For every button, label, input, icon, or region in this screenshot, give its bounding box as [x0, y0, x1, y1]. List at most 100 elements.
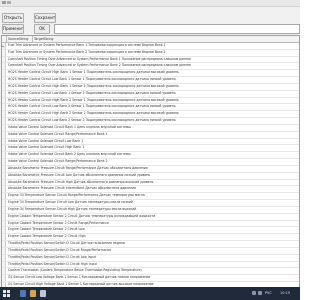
table-row[interactable]: Fuel Trim Advanced or System Performance…: [2, 49, 299, 57]
table-row[interactable]: Engine Oil Temperature Sensor Circuit Ra…: [2, 193, 299, 201]
row-header[interactable]: [2, 77, 6, 83]
table-row[interactable]: Engine Coolant Temperature Sensor 2 Circ…: [2, 234, 299, 242]
table-cell[interactable]: Coolant Thermostat (Coolant Temperature …: [6, 268, 142, 272]
data-grid[interactable]: SourceString TargetString ▸ Fuel Trim Adv…: [1, 35, 300, 288]
taskbar-app-editor[interactable]: [40, 290, 46, 297]
table-cell[interactable]: Engine Oil Temperature Sensor Circuit Ra…: [6, 193, 145, 197]
table-cell[interactable]: O2 Sensor Circuit Low Voltage Bank 1 Sen…: [6, 275, 150, 279]
table-cell[interactable]: Engine Coolant Temperature Sensor 2 Circ…: [6, 214, 155, 218]
table-row[interactable]: Engine Coolant Temperature Sensor 2 Circ…: [2, 227, 299, 235]
table-row[interactable]: Engine Coolant Temperature Sensor 2 Circ…: [2, 213, 299, 221]
table-row[interactable]: Throttle/Pedal Position Sensor/Switch D …: [2, 254, 299, 262]
table-row[interactable]: Intake Valve Control Solenoid Circuit Lo…: [2, 138, 299, 146]
table-row[interactable]: Intake Valve Control Solenoid Circuit Ba…: [2, 152, 299, 160]
table-cell[interactable]: HO2S Heater Control Circuit Low Bank 2 S…: [6, 118, 176, 122]
volume-icon[interactable]: [258, 291, 262, 295]
table-row[interactable]: Intake Valve Control Solenoid Circuit Ba…: [2, 124, 299, 132]
table-cell[interactable]: Throttle/Pedal Position Sensor/Switch D …: [6, 255, 96, 259]
table-row[interactable]: Throttle/Pedal Position Sensor/Switch D …: [2, 261, 299, 269]
taskbar-app-folder[interactable]: [30, 290, 36, 297]
row-header[interactable]: [2, 193, 6, 200]
row-header[interactable]: [2, 234, 6, 241]
table-cell[interactable]: HO2S Heater Control Circuit High Bank 2 …: [6, 111, 179, 115]
row-header[interactable]: [2, 124, 6, 131]
table-cell[interactable]: Camshaft Position Timing Over-Advanced o…: [6, 63, 191, 67]
row-header[interactable]: [2, 165, 6, 172]
row-header[interactable]: [2, 131, 6, 138]
table-row[interactable]: Engine Oil Temperature Sensor Circuit Hi…: [2, 206, 299, 214]
table-cell[interactable]: Fuel Trim Advanced or System Performance…: [6, 50, 166, 54]
table-cell[interactable]: Intake Valve Control Solenoid Circuit Ba…: [6, 125, 131, 129]
table-row[interactable]: Throttle/Pedal Position Sensor/Switch D …: [2, 247, 299, 255]
row-header[interactable]: [2, 90, 6, 97]
row-header[interactable]: ▸: [2, 43, 6, 49]
row-header[interactable]: [2, 254, 6, 261]
table-cell[interactable]: Absolute Barometric Pressure Circuit Low…: [6, 173, 150, 177]
row-header[interactable]: [2, 213, 6, 220]
ok-button[interactable]: OK: [34, 24, 50, 34]
row-header[interactable]: [2, 186, 6, 193]
table-cell[interactable]: Absolute Barometric Pressure Circuit Ran…: [6, 166, 148, 170]
table-cell[interactable]: Intake Valve Control Solenoid Circuit Ra…: [6, 132, 107, 136]
row-header[interactable]: [2, 97, 6, 104]
clock[interactable]: 10:15: [280, 290, 290, 297]
table-row[interactable]: Absolute Barometric Pressure Circuit Low…: [2, 172, 299, 180]
table-cell[interactable]: Throttle/Pedal Position Sensor/Switch D …: [6, 248, 111, 252]
table-row[interactable]: Camshaft Position Timing Over-Advanced o…: [2, 63, 299, 71]
row-header[interactable]: [2, 118, 6, 124]
table-row[interactable]: HO2S Heater Control Circuit Low Bank 1 S…: [2, 90, 299, 98]
row-header[interactable]: [2, 138, 6, 145]
table-cell[interactable]: Engine Coolant Temperature Sensor 2 Circ…: [6, 221, 109, 225]
table-cell[interactable]: Camshaft Position Timing Over-Advanced o…: [6, 57, 191, 61]
row-header[interactable]: [2, 220, 6, 227]
taskbar-app-explorer[interactable]: [20, 290, 26, 297]
start-button[interactable]: [3, 290, 10, 297]
save-button[interactable]: Сохранить: [34, 13, 56, 23]
table-cell[interactable]: Engine Oil Temperature Sensor Circuit Hi…: [6, 207, 136, 211]
row-header[interactable]: [2, 268, 6, 275]
row-header[interactable]: [2, 275, 6, 282]
table-cell[interactable]: Fuel Trim Advanced or System Performance…: [6, 43, 166, 47]
table-cell[interactable]: Throttle/Pedal Position Sensor/Switch D …: [6, 241, 125, 245]
table-row[interactable]: HO2S Heater Control Circuit High Bank 1 …: [2, 83, 299, 91]
table-row[interactable]: Engine Oil Temperature Sensor Circuit Lo…: [2, 200, 299, 207]
column-header-source[interactable]: SourceString: [7, 36, 32, 42]
table-row[interactable]: Intake Valve Control Solenoid Circuit Ra…: [2, 159, 299, 166]
table-cell[interactable]: Engine Coolant Temperature Sensor 2 Circ…: [6, 234, 86, 238]
row-header[interactable]: [2, 206, 6, 213]
table-cell[interactable]: Intake Valve Control Solenoid Circuit Ba…: [6, 152, 131, 156]
table-row[interactable]: HO2S Heater Control Circuit High Bank 1 …: [2, 70, 299, 78]
open-button[interactable]: Открыть: [2, 13, 24, 23]
network-icon[interactable]: [252, 291, 256, 295]
row-header[interactable]: [2, 145, 6, 152]
table-row[interactable]: HO2S Heater Control Circuit Low Bank 2 S…: [2, 118, 299, 125]
table-cell[interactable]: Absolute Barometric Pressure Circuit Int…: [6, 186, 136, 190]
apply-button[interactable]: Применить: [2, 24, 24, 34]
table-cell[interactable]: Engine Coolant Temperature Sensor 2 Circ…: [6, 227, 85, 231]
row-header[interactable]: [2, 261, 6, 268]
table-row[interactable]: Engine Coolant Temperature Sensor 2 Circ…: [2, 220, 299, 228]
row-header[interactable]: [2, 241, 6, 247]
row-header[interactable]: [2, 49, 6, 56]
table-cell[interactable]: Absolute Barometric Pressure Circuit Hig…: [6, 180, 153, 184]
table-row[interactable]: Intake Valve Control Solenoid Circuit Ra…: [2, 131, 299, 139]
row-header[interactable]: [2, 159, 6, 165]
quick-access-icon[interactable]: [7, 1, 11, 4]
table-row[interactable]: Intake Valve Control Solenoid Circuit Hi…: [2, 145, 299, 153]
table-row[interactable]: Coolant Thermostat (Coolant Temperature …: [2, 268, 299, 276]
table-row[interactable]: Camshaft Position Timing Over-Advanced o…: [2, 56, 299, 64]
table-row[interactable]: HO2S Heater Control Circuit High Bank 2 …: [2, 97, 299, 105]
text-field[interactable]: [54, 24, 300, 34]
row-header[interactable]: [2, 152, 6, 159]
table-cell[interactable]: HO2S Heater Control Circuit High Bank 2 …: [6, 98, 179, 102]
table-row[interactable]: Absolute Barometric Pressure Circuit Ran…: [2, 165, 299, 173]
column-header-target[interactable]: TargetString: [33, 36, 93, 42]
table-row[interactable]: Throttle/Pedal Position Sensor/Switch D …: [2, 241, 299, 248]
row-header[interactable]: [2, 56, 6, 63]
row-header[interactable]: [2, 104, 6, 111]
table-cell[interactable]: Intake Valve Control Solenoid Circuit Lo…: [6, 139, 83, 143]
row-header[interactable]: [2, 200, 6, 206]
table-row[interactable]: HO2S Heater Control Circuit Low Bank 2 S…: [2, 104, 299, 112]
table-row[interactable]: Absolute Barometric Pressure Circuit Hig…: [2, 179, 299, 187]
row-header[interactable]: [2, 111, 6, 118]
